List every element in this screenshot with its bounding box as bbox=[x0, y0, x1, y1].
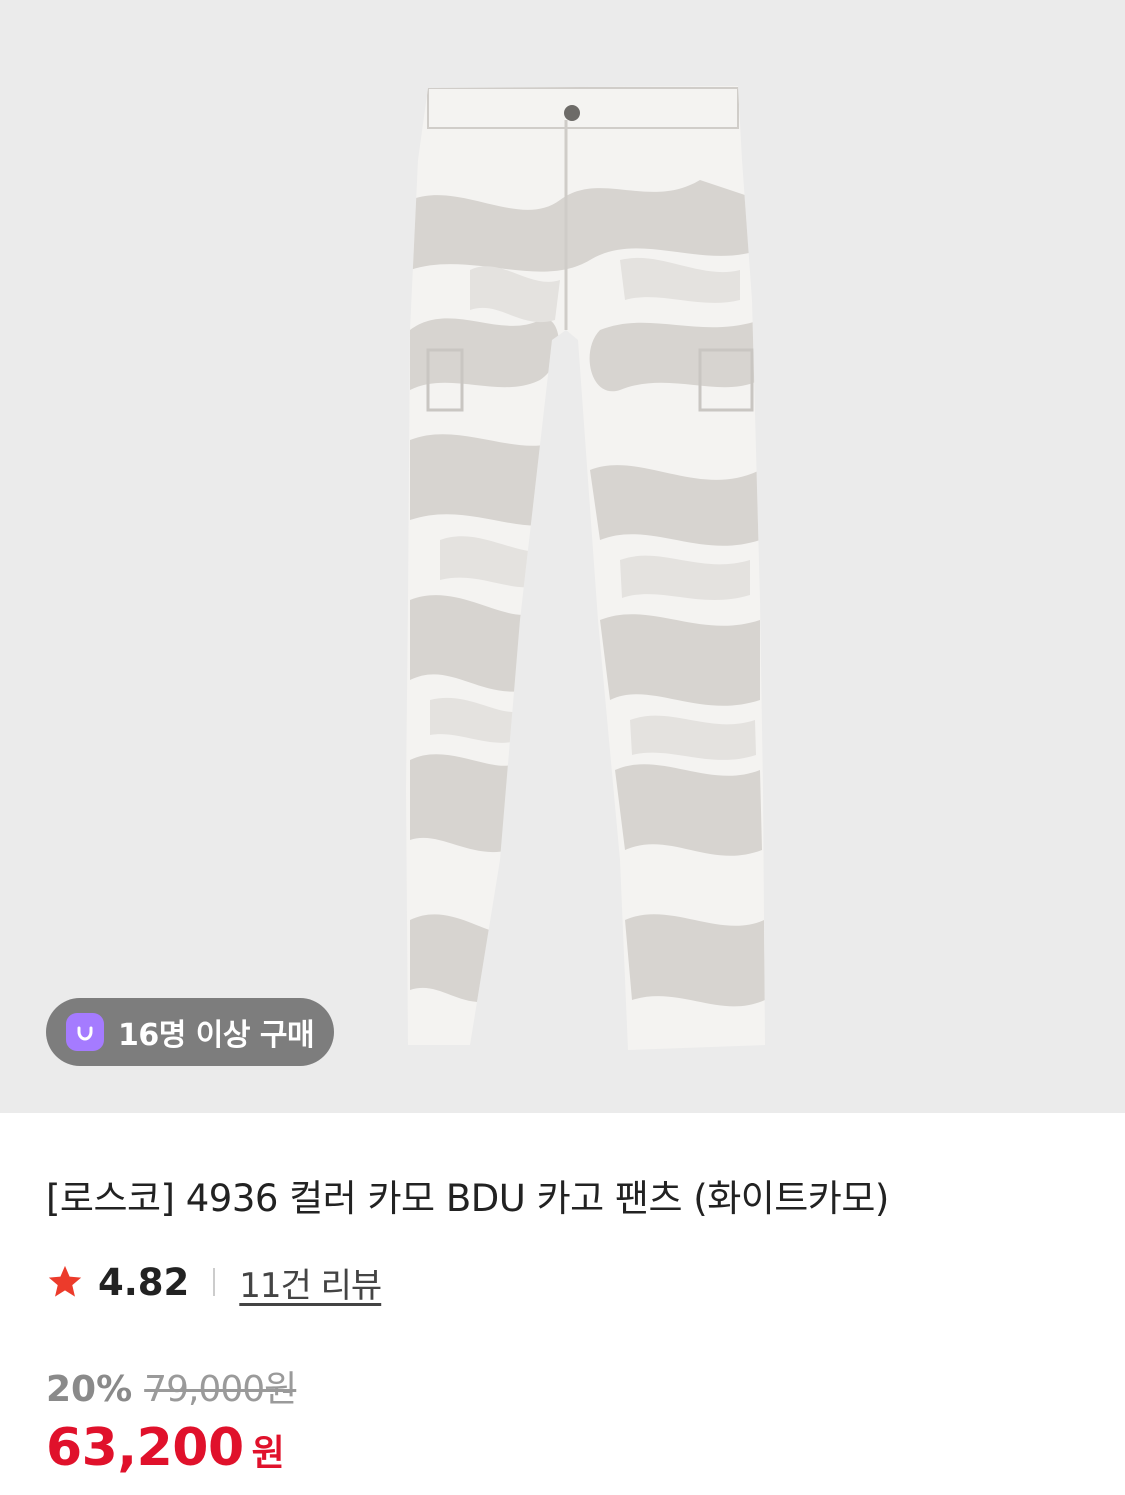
product-title: [로스코] 4936 컬러 카모 BDU 카고 팬츠 (화이트카모) bbox=[46, 1168, 889, 1222]
review-count-link[interactable]: 11건 리뷰 bbox=[239, 1258, 382, 1307]
price-discount-row: 20% 79,000원 bbox=[46, 1360, 297, 1412]
purchase-count-badge: 16명 이상 구매 bbox=[46, 998, 334, 1066]
currency-unit: 원 bbox=[251, 1433, 285, 1474]
final-price: 63,200 bbox=[46, 1418, 244, 1478]
product-image-area[interactable]: 16명 이상 구매 bbox=[0, 0, 1125, 1113]
rating-value: 4.82 bbox=[98, 1260, 190, 1304]
discount-rate: 20% bbox=[46, 1369, 133, 1410]
original-price: 79,000원 bbox=[144, 1369, 297, 1410]
shopping-bag-icon bbox=[66, 1013, 104, 1051]
final-price-row: 63,200 원 bbox=[46, 1418, 285, 1478]
star-icon bbox=[48, 1265, 82, 1297]
product-title-text: [로스코] 4936 컬러 카모 BDU 카고 팬츠 (화이트카모) bbox=[46, 1177, 889, 1220]
purchase-count-text: 16명 이상 구매 bbox=[118, 1018, 315, 1053]
camo-cargo-pants-image bbox=[406, 86, 765, 1050]
divider bbox=[213, 1268, 216, 1296]
rating-row: 4.82 11건 리뷰 bbox=[46, 1260, 382, 1306]
